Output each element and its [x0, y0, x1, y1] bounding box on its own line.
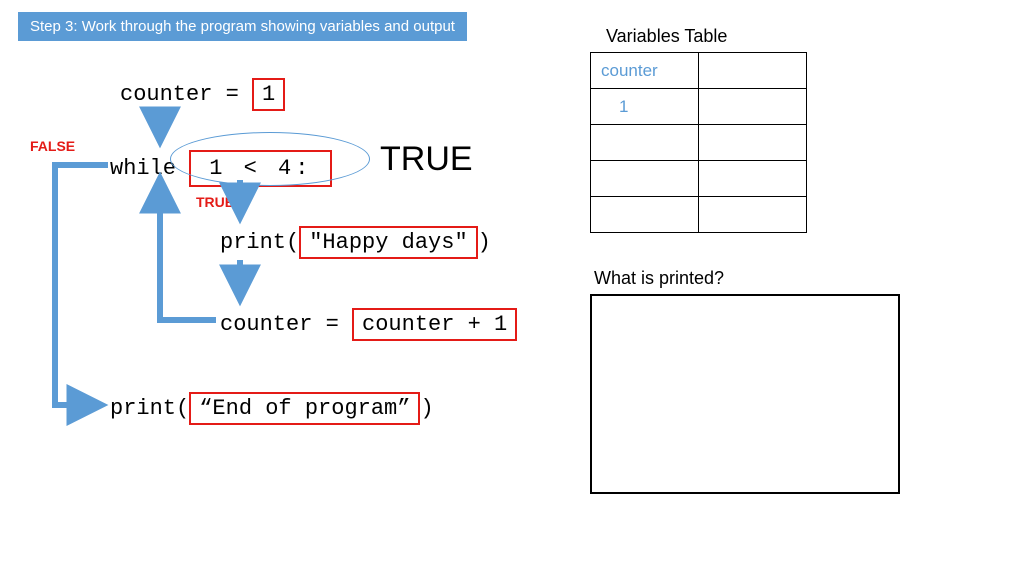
true-label: TRUE	[196, 194, 234, 210]
code-line-5: print(“End of program”)	[110, 392, 434, 425]
code-line-2: while 1 < 4:	[110, 150, 332, 187]
code-line-3: print("Happy days")	[220, 226, 491, 259]
value-box: counter + 1	[352, 308, 517, 341]
value-text: 1	[209, 156, 226, 181]
vt-cell	[591, 161, 699, 197]
code-text: )	[478, 230, 491, 255]
vt-cell: 1	[591, 89, 699, 125]
value-box: 1	[252, 78, 285, 111]
value-box: 1 < 4:	[189, 150, 332, 187]
code-text: counter =	[120, 82, 252, 107]
false-label: FALSE	[30, 138, 75, 154]
condition-result-true: TRUE	[380, 140, 473, 179]
code-text: print(	[220, 230, 299, 255]
code-text: )	[420, 396, 433, 421]
output-box	[590, 294, 900, 494]
vt-cell	[591, 125, 699, 161]
vt-cell	[699, 89, 807, 125]
value-box: "Happy days"	[299, 226, 477, 259]
code-text: print(	[110, 396, 189, 421]
vt-cell	[591, 197, 699, 233]
vt-cell	[699, 125, 807, 161]
variables-table-title: Variables Table	[606, 26, 727, 47]
code-text: counter =	[220, 312, 352, 337]
code-text: < 4:	[226, 156, 312, 181]
value-box: “End of program”	[189, 392, 420, 425]
code-line-4: counter = counter + 1	[220, 308, 517, 341]
variables-table: counter 1	[590, 52, 807, 233]
code-trace-area: counter = 1 while 1 < 4: print("Happy da…	[0, 60, 580, 480]
vt-header-cell: counter	[591, 53, 699, 89]
output-title: What is printed?	[594, 268, 724, 289]
vt-cell	[699, 197, 807, 233]
vt-cell	[699, 53, 807, 89]
code-line-1: counter = 1	[120, 78, 285, 111]
code-text: while	[110, 156, 189, 181]
step-banner: Step 3: Work through the program showing…	[18, 12, 467, 41]
vt-cell	[699, 161, 807, 197]
